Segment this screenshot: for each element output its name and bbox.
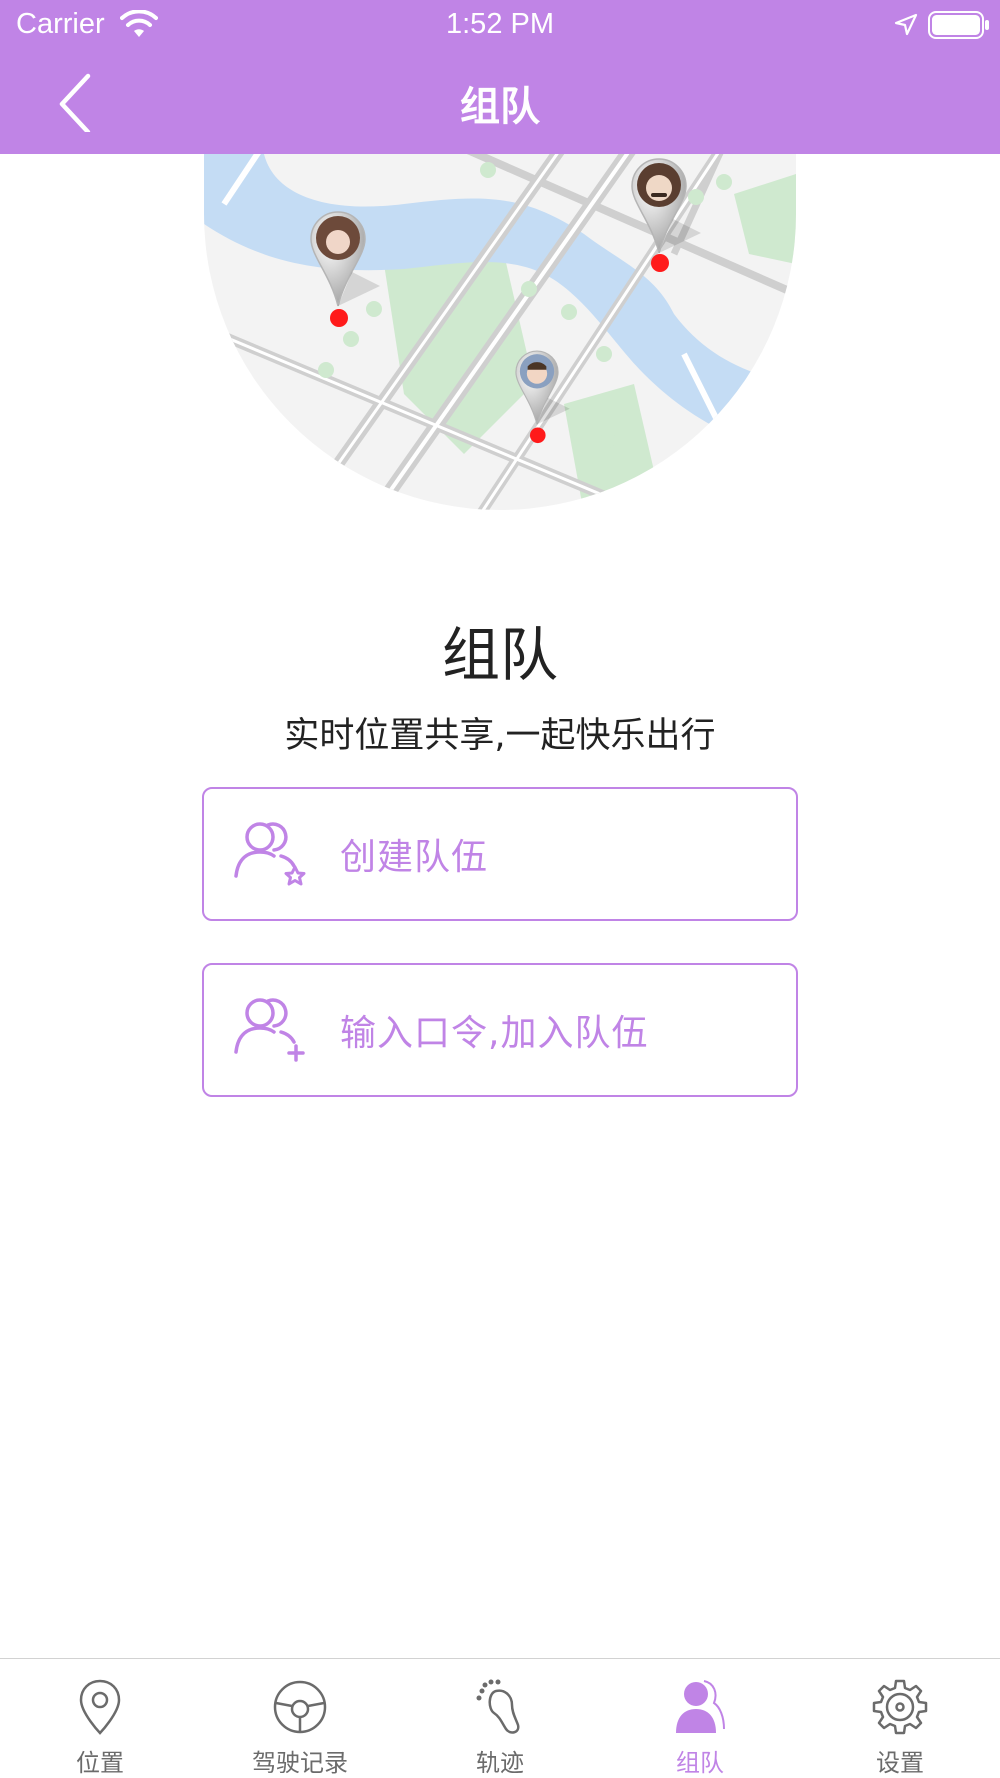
create-team-button[interactable]: 创建队伍 <box>202 787 798 921</box>
page-subheading: 实时位置共享,一起快乐出行 <box>284 716 716 756</box>
tab-label: 轨迹 <box>476 1749 524 1777</box>
team-map-illustration <box>204 154 796 510</box>
location-arrow-icon <box>894 13 918 36</box>
tab-label: 驾驶记录 <box>252 1749 348 1777</box>
tab-location[interactable]: 位置 <box>0 1659 200 1778</box>
footprint-icon <box>476 1679 520 1734</box>
join-team-label: 输入口令,加入队伍 <box>340 1013 649 1054</box>
nav-bar: 组队 <box>0 50 1000 154</box>
join-team-button[interactable]: 输入口令,加入队伍 <box>202 963 798 1097</box>
battery-icon <box>928 11 989 39</box>
team-star-icon <box>234 822 306 886</box>
team-icon <box>676 1680 725 1733</box>
tab-settings[interactable]: 设置 <box>800 1659 1000 1778</box>
tab-driving-record[interactable]: 驾驶记录 <box>200 1659 400 1778</box>
tab-label: 位置 <box>76 1749 124 1777</box>
tab-label: 组队 <box>676 1749 724 1777</box>
team-screen: Carrier 1:52 PM 组队 组队 实时位置共享,一起快乐出行 创建队伍… <box>0 0 1000 1778</box>
tab-bar: 位置 驾驶记录 轨迹 组队 设置 <box>0 1658 1000 1778</box>
page-heading: 组队 <box>441 621 558 689</box>
header: Carrier 1:52 PM 组队 <box>0 0 1000 154</box>
steering-wheel-icon <box>273 1680 327 1734</box>
tab-label: 设置 <box>876 1749 924 1777</box>
team-add-icon <box>234 998 305 1062</box>
location-pin-icon <box>79 1679 121 1735</box>
tab-team[interactable]: 组队 <box>600 1659 800 1778</box>
tab-track[interactable]: 轨迹 <box>400 1659 600 1778</box>
gear-icon <box>872 1679 928 1735</box>
status-time: 1:52 PM <box>446 8 554 40</box>
create-team-label: 创建队伍 <box>340 837 489 878</box>
nav-title: 组队 <box>460 84 540 130</box>
status-bar: Carrier 1:52 PM <box>0 0 1000 50</box>
